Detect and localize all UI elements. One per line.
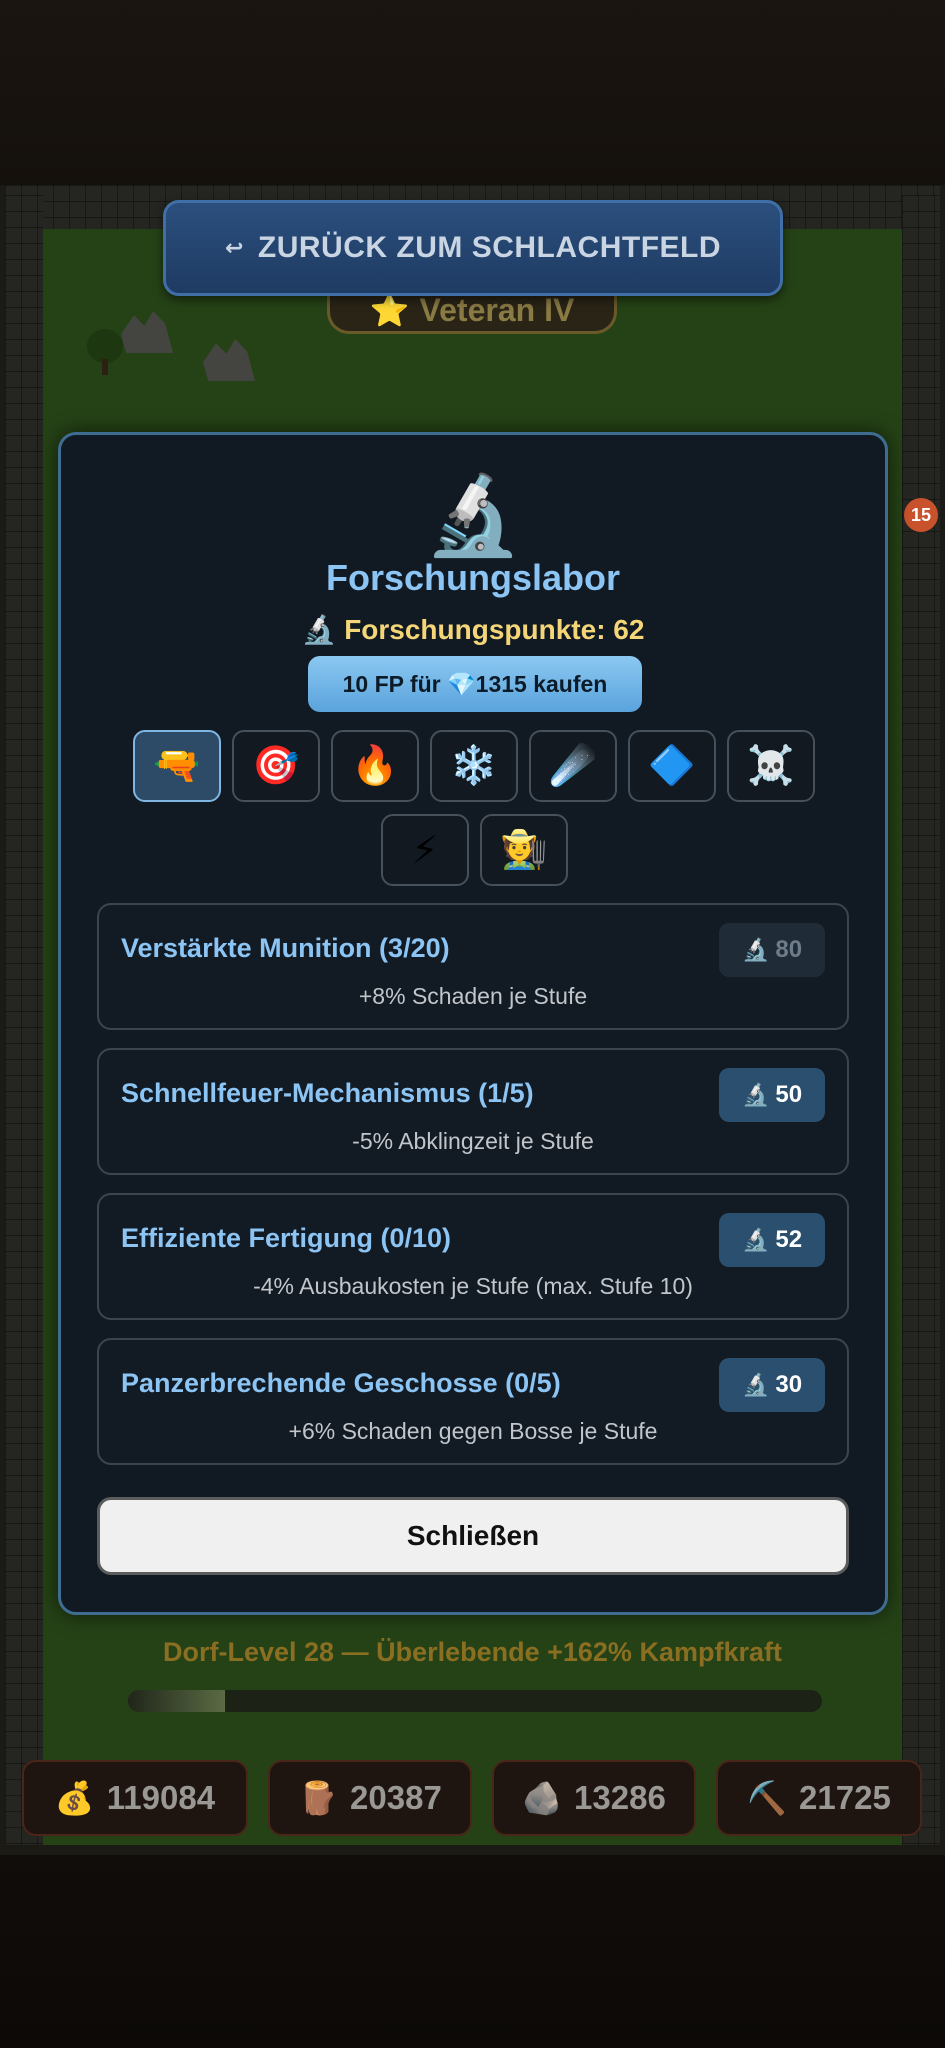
research-lab-modal: 🔬 Forschungslabor 🔬 Forschungspunkte: 62…: [58, 432, 888, 1615]
microscope-icon: 🔬: [741, 1227, 770, 1252]
back-to-battlefield-button[interactable]: ↩ ZURÜCK ZUM SCHLACHTFELD: [163, 200, 783, 296]
upgrade-card: Effiziente Fertigung (0/10) 🔬 52 -4% Aus…: [97, 1193, 849, 1320]
upgrade-title: Schnellfeuer-Mechanismus (1/5): [121, 1078, 534, 1108]
tab-farmer[interactable]: 🧑‍🌾: [480, 814, 568, 886]
return-arrow-icon: ↩: [224, 235, 244, 260]
upgrade-cost: 80: [775, 936, 803, 963]
village-progress-bar: [128, 1690, 822, 1712]
tab-fire[interactable]: 🔥: [331, 730, 419, 802]
research-points: 🔬 Forschungspunkte: 62: [61, 613, 885, 646]
tab-crystal[interactable]: 🔷: [628, 730, 716, 802]
tab-lightning[interactable]: ⚡: [381, 814, 469, 886]
upgrade-card: Schnellfeuer-Mechanismus (1/5) 🔬 50 -5% …: [97, 1048, 849, 1175]
upgrade-description: -5% Abklingzeit je Stufe: [352, 1128, 594, 1154]
upgrade-title: Effiziente Fertigung (0/10): [121, 1223, 452, 1253]
resource-stone: 🪨 13286: [492, 1760, 696, 1836]
modal-title: Forschungslabor: [325, 557, 621, 598]
upgrade-cost-button[interactable]: 🔬 80: [719, 923, 825, 977]
rock-icon: 🪨: [522, 1780, 563, 1816]
ore-amount: 21725: [799, 1779, 891, 1816]
resource-wood: 🪵 20387: [268, 1760, 472, 1836]
tab-poison[interactable]: ☠️: [727, 730, 815, 802]
microscope-icon: 🔬: [424, 471, 522, 559]
notification-badge[interactable]: 15: [904, 498, 938, 532]
upgrade-description: +8% Schaden je Stufe: [358, 983, 588, 1009]
microscope-icon: 🔬: [741, 937, 770, 962]
upgrade-cost-button[interactable]: 🔬 52: [719, 1213, 825, 1267]
pickaxe-icon: ⛏️: [747, 1780, 788, 1816]
back-button-label: ZURÜCK ZUM SCHLACHTFELD: [257, 231, 722, 264]
rank-label: Veteran IV: [419, 292, 575, 328]
upgrade-cost: 50: [775, 1081, 803, 1108]
wood-icon: 🪵: [298, 1780, 339, 1816]
tab-precision[interactable]: 🎯: [232, 730, 320, 802]
upgrade-description: -4% Ausbaukosten je Stufe (max. Stufe 10…: [253, 1273, 693, 1299]
resource-ore: ⛏️ 21725: [716, 1760, 922, 1836]
resource-gold: 💰 119084: [22, 1760, 248, 1836]
tab-weapons[interactable]: 🔫: [133, 730, 221, 802]
village-progress-fill: [128, 1690, 226, 1712]
upgrade-cost: 52: [775, 1226, 803, 1253]
upgrade-description: +6% Schaden gegen Bosse je Stufe: [288, 1418, 658, 1444]
gold-amount: 119084: [106, 1779, 216, 1816]
close-button[interactable]: Schließen: [97, 1497, 849, 1575]
microscope-icon: 🔬: [741, 1082, 770, 1107]
stone-amount: 13286: [574, 1779, 666, 1816]
buy-research-points-button[interactable]: 10 FP für 💎1315 kaufen: [308, 656, 642, 712]
village-level-label: Dorf-Level 28 — Überlebende +162% Kampfk…: [163, 1637, 782, 1667]
upgrade-card: Panzerbrechende Geschosse (0/5) 🔬 30 +6%…: [97, 1338, 849, 1465]
tab-meteor[interactable]: ☄️: [529, 730, 617, 802]
research-points-label: Forschungspunkte: 62: [344, 614, 645, 645]
upgrade-title: Verstärkte Munition (3/20): [121, 933, 450, 963]
microscope-icon: 🔬: [301, 614, 337, 645]
upgrade-cost-button[interactable]: 🔬 50: [719, 1068, 825, 1122]
microscope-icon: 🔬: [741, 1372, 770, 1397]
upgrade-cost: 30: [775, 1371, 803, 1398]
star-icon: ⭐: [369, 292, 410, 328]
upgrade-cost-button[interactable]: 🔬 30: [719, 1358, 825, 1412]
rank-badge: ⭐ Veteran IV: [327, 290, 617, 334]
wood-amount: 20387: [350, 1779, 442, 1816]
tab-ice[interactable]: ❄️: [430, 730, 518, 802]
money-bag-icon: 💰: [54, 1780, 95, 1816]
bottom-background: [0, 1855, 945, 2048]
top-background: [0, 0, 945, 190]
upgrade-title: Panzerbrechende Geschosse (0/5): [121, 1368, 561, 1398]
upgrade-card: Verstärkte Munition (3/20) 🔬 80 +8% Scha…: [97, 903, 849, 1030]
